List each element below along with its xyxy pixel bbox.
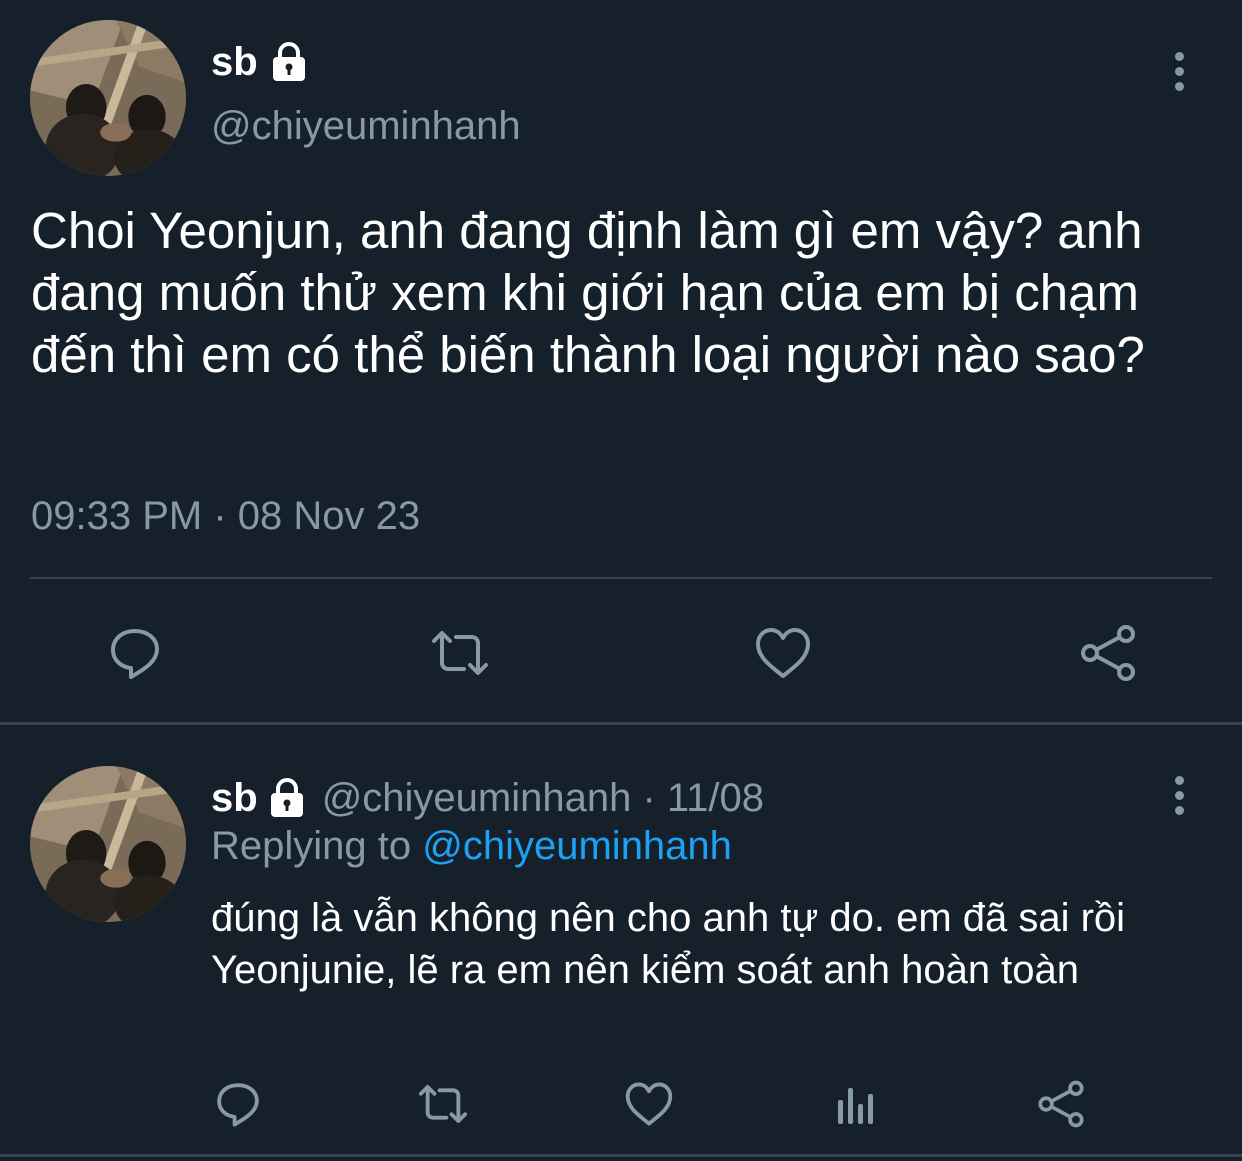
lock-icon xyxy=(266,777,308,819)
retweet-button[interactable] xyxy=(424,622,496,684)
tweet-text: Choi Yeonjun, anh đang định làm gì em vậ… xyxy=(31,202,1145,383)
lock-icon xyxy=(268,41,310,83)
reply-avatar[interactable] xyxy=(30,766,186,922)
reply-display-name[interactable]: sb xyxy=(211,776,258,821)
section-divider xyxy=(0,722,1242,725)
reply-analytics-button[interactable] xyxy=(832,1078,880,1130)
like-button[interactable] xyxy=(752,622,814,684)
share-button[interactable] xyxy=(1076,622,1140,684)
like-icon xyxy=(625,1082,673,1126)
reply-reply-button[interactable] xyxy=(212,1078,264,1130)
reply-like-button[interactable] xyxy=(622,1078,676,1130)
replying-to: Replying to @chiyeuminhanh xyxy=(211,824,732,869)
reply-header: sb @chiyeuminhanh · 11/08 xyxy=(211,772,764,824)
share-icon xyxy=(1038,1080,1084,1128)
tweet-timestamp[interactable]: 09:33 PM · 08 Nov 23 xyxy=(31,494,420,539)
reply-retweet-button[interactable] xyxy=(412,1078,474,1130)
more-vertical-icon[interactable] xyxy=(1169,776,1189,820)
reply-share-button[interactable] xyxy=(1034,1078,1088,1130)
profile-photo xyxy=(30,766,186,922)
retweet-icon xyxy=(432,631,488,675)
tweet-thread: sb @chiyeuminhanh Choi Yeonjun, anh đang… xyxy=(0,0,1242,1161)
display-name[interactable]: sb xyxy=(211,40,258,85)
avatar[interactable] xyxy=(30,20,186,176)
divider xyxy=(30,577,1212,579)
like-icon xyxy=(756,628,810,678)
profile-photo xyxy=(30,20,186,176)
reply-text: đúng là vẫn không nên cho anh tự do. em … xyxy=(211,896,1126,992)
reply-button[interactable] xyxy=(104,622,166,684)
author-handle[interactable]: @chiyeuminhanh xyxy=(211,104,521,149)
retweet-icon xyxy=(418,1085,468,1123)
replying-mention[interactable]: @chiyeuminhanh xyxy=(422,824,732,868)
author-name-row: sb xyxy=(211,36,310,88)
reply-icon xyxy=(111,629,159,679)
more-vertical-icon[interactable] xyxy=(1169,52,1189,96)
main-tweet: sb @chiyeuminhanh Choi Yeonjun, anh đang… xyxy=(0,0,1242,722)
share-icon xyxy=(1081,625,1135,681)
replying-prefix: Replying to xyxy=(211,824,412,868)
analytics-icon xyxy=(838,1088,873,1124)
reply-handle-date[interactable]: @chiyeuminhanh · 11/08 xyxy=(322,776,764,821)
bottom-divider xyxy=(0,1154,1242,1157)
reply-icon xyxy=(217,1083,259,1127)
